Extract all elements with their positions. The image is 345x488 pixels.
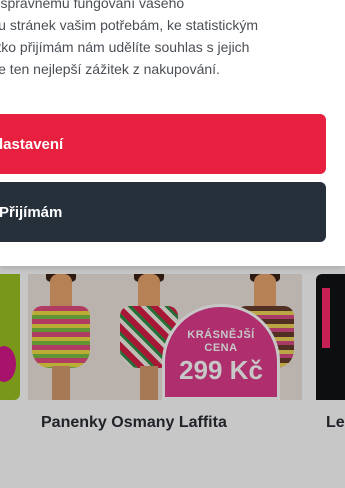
consent-text-line: ytneme ten nejlepší zážitek z nakupování… [0,61,220,77]
accept-button[interactable]: Přijímám [0,182,326,242]
consent-text-line: kie ke správnému fungování vašeho [0,0,185,11]
consent-description: kie ke správnému fungování vašeho obsahu… [0,0,340,80]
cookie-consent-panel: kie ke správnému fungování vašeho obsahu… [0,0,345,266]
consent-text-line: a tlačítko přijímám nám udělíte souhlas … [0,39,250,55]
consent-text-line: obsahu stránek vašim potřebám, ke statis… [0,17,259,33]
settings-button[interactable]: lastavení [0,114,326,174]
